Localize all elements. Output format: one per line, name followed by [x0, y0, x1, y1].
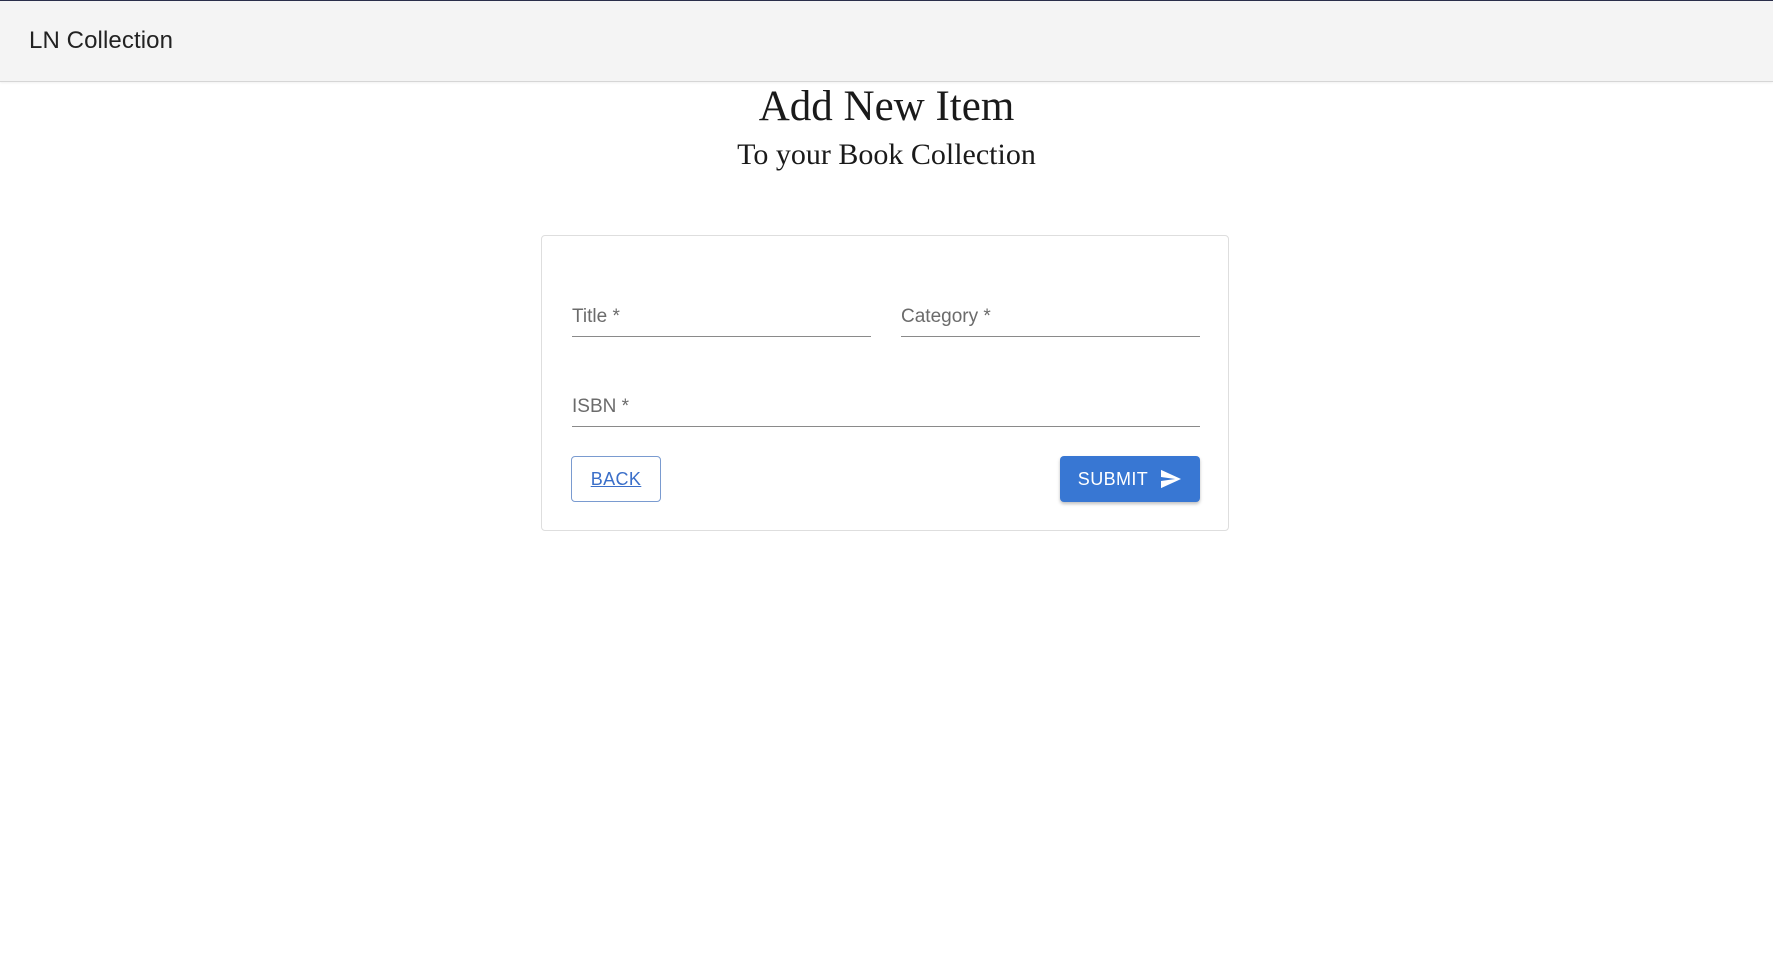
add-item-form: Title * Category * ISBN * BACK SUBMIT [541, 235, 1229, 531]
category-field[interactable]: Category * [901, 297, 1200, 337]
isbn-field-label: ISBN * [572, 396, 630, 417]
title-field-label: Title * [572, 306, 620, 327]
category-field-label: Category * [901, 306, 991, 327]
isbn-field[interactable]: ISBN * [572, 387, 1200, 427]
send-icon [1160, 469, 1182, 489]
submit-button-label: SUBMIT [1077, 468, 1149, 489]
title-field[interactable]: Title * [572, 297, 871, 337]
brand-title[interactable]: LN Collection [29, 27, 173, 55]
back-button-label: BACK [590, 468, 642, 489]
page-subtitle: To your Book Collection [737, 138, 1036, 171]
page-title: Add New Item [758, 83, 1015, 130]
back-button[interactable]: BACK [571, 456, 661, 502]
app-bar: LN Collection [0, 1, 1773, 82]
submit-button[interactable]: SUBMIT [1060, 456, 1200, 502]
